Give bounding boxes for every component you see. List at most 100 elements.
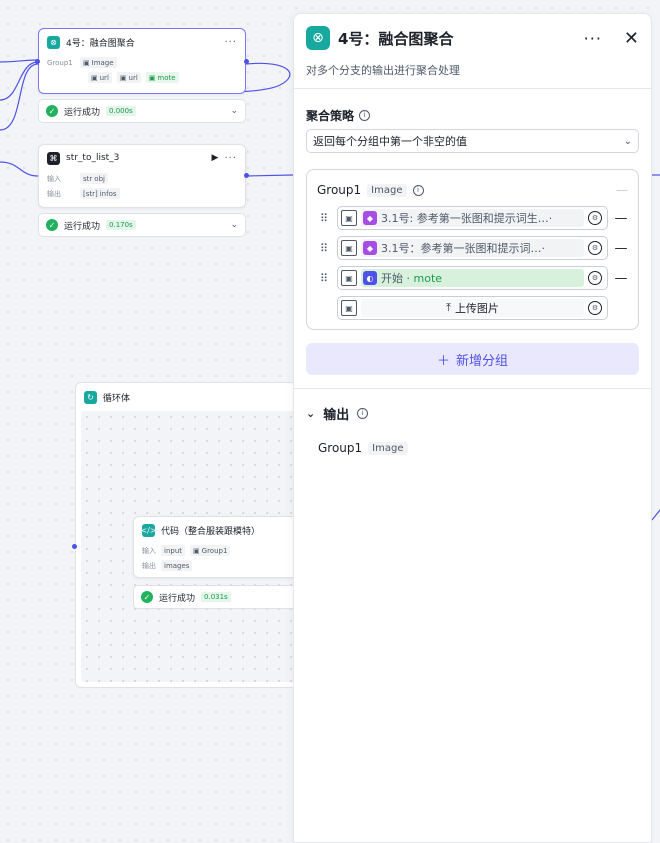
group-card: Group1 Image i — ⠿ ▣ ◆ 3.1号: 参考第一张图和提示词生… [306,169,639,330]
settings-icon[interactable]: ⚙ [588,271,602,285]
info-icon[interactable]: i [357,407,369,419]
check-icon: ✓ [46,105,58,117]
reference-text: 3.1号：参考第一张图和提示词…· [381,242,545,255]
variable-reference[interactable]: ◆ 3.1号：参考第一张图和提示词…· [361,239,584,257]
time-badge: 0.000s [106,106,136,116]
merge-icon: ⊗ [47,35,60,49]
group-name[interactable]: Group1 [317,183,361,197]
drag-handle-icon[interactable]: ⠿ [317,212,331,225]
divider [294,388,651,389]
node-str-to-list[interactable]: ⌘ str_to_list_3 ▶ ··· 输入 str obj 输出 [str… [38,144,246,208]
reference-text: 3.1号: 参考第一张图和提示词生…· [381,212,553,225]
node-merge[interactable]: ⊗ 4号：融合图聚合 ··· Group1 ▣ Image ▣ url ▣ url ▣… [38,28,246,94]
upload-row: ▣ ⤒ 上传图片 ⚙ [317,296,628,320]
drag-handle-icon[interactable]: ⠿ [317,272,331,285]
info-icon[interactable]: i [412,184,424,196]
settings-icon[interactable]: ⚙ [588,211,602,225]
input-tag: input [161,545,186,556]
group-item: ⠿ ▣ ◆ 3.1号: 参考第一张图和提示词生…· ⚙ — [317,206,628,230]
strategy-label: 聚合策略 i [294,105,651,125]
more-icon[interactable]: ··· [224,37,237,48]
merge-icon: ⊗ [306,26,330,50]
code-icon: </> [140,523,157,537]
node-title: str_to_list_3 [66,153,120,163]
info-icon[interactable]: i [359,109,371,121]
image-icon: ▣ [91,73,98,82]
status-label: 运行成功 [64,107,101,118]
output-section-header[interactable]: ⌄ 输出 i [294,403,651,423]
play-icon[interactable]: ▶ [212,153,219,163]
check-icon: ✓ [46,219,58,231]
status-bar[interactable]: ✓ 运行成功 0.031s [133,585,305,609]
image-icon: ▣ [341,300,357,316]
cube-icon: ◆ [363,241,377,255]
output-tag: [str] infos [80,188,120,199]
variable-field[interactable]: ▣ ◐ 开始 · mote ⚙ [337,266,608,290]
output-label: 输出 [47,189,61,198]
variable-field[interactable]: ▣ ◆ 3.1号：参考第一张图和提示词…· ⚙ [337,236,608,260]
node-title: 4号：融合图聚合 [66,38,135,49]
group-item: ⠿ ▣ ◐ 开始 · mote ⚙ — [317,266,628,290]
settings-icon[interactable]: ⚙ [588,241,602,255]
status-bar[interactable]: ✓ 运行成功 0.170s ⌄ [38,213,246,237]
variable-field[interactable]: ▣ ◆ 3.1号: 参考第一张图和提示词生…· ⚙ [337,206,608,230]
node-config-panel: ⊗ 4号：融合图聚合 ··· ✕ 对多个分支的输出进行聚合处理 聚合策略 i 返… [293,13,652,843]
time-badge: 0.170s [106,220,136,230]
chevron-down-icon[interactable]: ⌄ [230,106,238,116]
output-group-name: Group1 [318,441,363,455]
chevron-down-icon: ⌄ [623,135,632,147]
check-icon: ✓ [141,591,153,603]
more-icon[interactable]: ··· [584,29,602,48]
loop-title: 循环体 [103,393,131,404]
panel-title[interactable]: 4号：融合图聚合 [338,28,576,49]
node-code[interactable]: </> 代码（整合服装跟模特） 输入 input ▣ Group1 输出 imag… [133,516,305,578]
input-port[interactable] [72,544,77,549]
image-icon: ▣ [83,58,90,67]
input-port[interactable] [35,59,40,64]
reference-highlight: mote [413,272,443,285]
image-icon: ▣ [193,546,200,555]
panel-description[interactable]: 对多个分支的输出进行聚合处理 [294,62,651,80]
output-type-badge: Image [368,441,408,455]
strategy-select[interactable]: 返回每个分组中第一个非空的值 ⌄ [306,129,639,153]
ref-tag: ▣ url [116,72,141,83]
remove-item-button[interactable]: — [614,211,628,226]
variable-reference[interactable]: ◆ 3.1号: 参考第一张图和提示词生…· [361,209,584,227]
output-port[interactable] [244,59,249,64]
strategy-value: 返回每个分组中第一个非空的值 [313,135,467,148]
input-tag: str obj [80,173,108,184]
add-group-button[interactable]: ＋ 新增分组 [306,343,639,375]
output-label: 输出 [323,407,350,423]
input-tag: ▣ Group1 [190,545,231,556]
settings-icon[interactable]: ⚙ [588,301,602,315]
status-bar[interactable]: ✓ 运行成功 0.000s ⌄ [38,99,246,123]
drag-handle-icon[interactable]: ⠿ [317,242,331,255]
cube-icon: ◆ [363,211,377,225]
output-label: 输出 [142,561,156,570]
status-label: 运行成功 [159,593,196,604]
remove-item-button[interactable]: — [614,241,628,256]
image-icon: ▣ [341,210,357,226]
variable-reference[interactable]: ◐ 开始 · mote [361,269,584,287]
close-icon[interactable]: ✕ [624,28,639,49]
time-badge: 0.031s [201,592,231,602]
image-icon: ▣ [119,73,127,82]
output-row: Group1 Image [294,441,651,455]
remove-group-button[interactable]: — [616,183,628,197]
more-icon[interactable]: ··· [224,153,237,164]
input-label: 输入 [142,546,156,555]
start-icon: ◐ [363,271,377,285]
group-item: ⠿ ▣ ◆ 3.1号：参考第一张图和提示词…· ⚙ — [317,236,628,260]
output-port[interactable] [244,173,249,178]
image-icon: ▣ [341,240,357,256]
chevron-down-icon[interactable]: ⌄ [230,220,238,230]
chevron-down-icon[interactable]: ⌄ [306,407,315,420]
upload-image-button[interactable]: ⤒ 上传图片 [361,299,584,317]
upload-field[interactable]: ▣ ⤒ 上传图片 ⚙ [337,296,608,320]
loop-icon: ↻ [84,390,97,404]
node-title: 代码（整合服装跟模特） [161,526,261,537]
type-tag: ▣ Image [80,57,117,68]
image-icon: ▣ [148,73,156,82]
remove-item-button[interactable]: — [614,271,628,286]
input-label: 输入 [47,174,61,183]
